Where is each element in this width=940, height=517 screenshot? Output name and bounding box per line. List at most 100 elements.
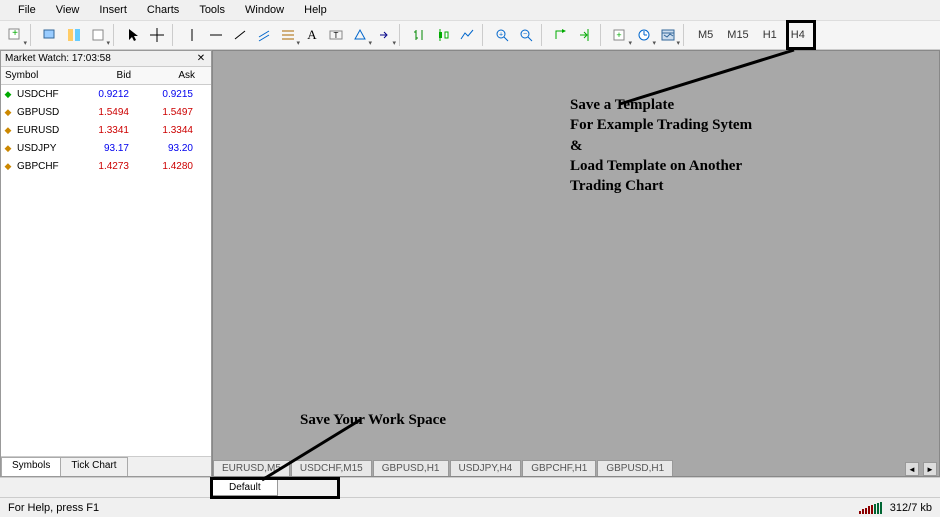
- market-watch-row[interactable]: ◆ GBPUSD 1.5494 1.5497: [1, 103, 211, 121]
- new-chart-icon[interactable]: +: [4, 24, 26, 46]
- symbol-label: GBPUSD: [15, 107, 71, 118]
- separator: [683, 24, 688, 46]
- svg-text:−: −: [523, 31, 527, 38]
- toolbar: + A T + − + M5 M15 H1 H4: [0, 20, 940, 50]
- shapes-icon[interactable]: [349, 24, 371, 46]
- chart-tab[interactable]: EURUSD,M5: [213, 460, 290, 476]
- market-watch-panel: Market Watch: 17:03:58 ✕ Symbol Bid Ask …: [0, 50, 212, 477]
- separator: [600, 24, 605, 46]
- market-watch-row[interactable]: ◆ GBPCHF 1.4273 1.4280: [1, 157, 211, 175]
- ask-value: 1.4280: [135, 161, 199, 172]
- navigator-icon[interactable]: [87, 24, 109, 46]
- vertical-line-icon[interactable]: [181, 24, 203, 46]
- scroll-left-icon[interactable]: ◄: [905, 462, 919, 476]
- timeframe-m5[interactable]: M5: [692, 29, 719, 41]
- menu-charts[interactable]: Charts: [137, 2, 189, 18]
- chart-tab[interactable]: USDCHF,M15: [291, 460, 372, 476]
- status-connection: 312/7 kb: [890, 502, 932, 514]
- ask-value: 0.9215: [135, 89, 199, 100]
- trendline-icon[interactable]: [229, 24, 251, 46]
- zoom-out-icon[interactable]: −: [515, 24, 537, 46]
- menu-file[interactable]: File: [8, 2, 46, 18]
- text-label-icon[interactable]: T: [325, 24, 347, 46]
- market-watch-row[interactable]: ◆ USDJPY 93.17 93.20: [1, 139, 211, 157]
- close-icon[interactable]: ✕: [195, 53, 207, 65]
- arrows-icon[interactable]: [373, 24, 395, 46]
- symbol-label: GBPCHF: [15, 161, 71, 172]
- bid-value: 93.17: [71, 143, 135, 154]
- autoscroll-icon[interactable]: [550, 24, 572, 46]
- menu-view[interactable]: View: [46, 2, 90, 18]
- timeframe-h1[interactable]: H1: [757, 29, 783, 41]
- direction-icon: ◆: [1, 125, 15, 136]
- svg-text:T: T: [334, 31, 339, 40]
- separator: [399, 24, 404, 46]
- barchart-icon[interactable]: [408, 24, 430, 46]
- cursor-icon[interactable]: [122, 24, 144, 46]
- zoom-in-icon[interactable]: +: [491, 24, 513, 46]
- svg-text:+: +: [499, 32, 503, 39]
- separator: [541, 24, 546, 46]
- profiles-icon[interactable]: [39, 24, 61, 46]
- menu-tools[interactable]: Tools: [189, 2, 235, 18]
- connection-bars-icon: [859, 502, 882, 514]
- market-watch-row[interactable]: ◆ EURUSD 1.3341 1.3344: [1, 121, 211, 139]
- templates-icon[interactable]: [657, 24, 679, 46]
- separator: [30, 24, 35, 46]
- direction-icon: ◆: [1, 143, 15, 154]
- market-watch-row[interactable]: ◆ USDCHF 0.9212 0.9215: [1, 85, 211, 103]
- svg-text:+: +: [12, 28, 18, 39]
- market-watch-title-bar: Market Watch: 17:03:58 ✕: [1, 51, 211, 67]
- timeframe-m15[interactable]: M15: [721, 29, 754, 41]
- col-ask[interactable]: Ask: [135, 67, 199, 84]
- fibonacci-icon[interactable]: [277, 24, 299, 46]
- menu-insert[interactable]: Insert: [89, 2, 137, 18]
- chart-tabs: EURUSD,M5USDCHF,M15GBPUSD,H1USDJPY,H4GBP…: [213, 456, 939, 476]
- profile-bar: Default: [0, 477, 940, 497]
- ask-value: 1.3344: [135, 125, 199, 136]
- tab-symbols[interactable]: Symbols: [1, 457, 61, 476]
- annotation-text-template: Save a Template For Example Trading Syte…: [570, 95, 752, 196]
- market-watch-rows: ◆ USDCHF 0.9212 0.9215◆ GBPUSD 1.5494 1.…: [1, 85, 211, 175]
- chart-tab[interactable]: GBPCHF,H1: [522, 460, 596, 476]
- ask-value: 1.5497: [135, 107, 199, 118]
- periodicity-icon[interactable]: [633, 24, 655, 46]
- text-icon[interactable]: A: [301, 24, 323, 46]
- menu-window[interactable]: Window: [235, 2, 294, 18]
- candlestick-icon[interactable]: [432, 24, 454, 46]
- symbol-label: EURUSD: [15, 125, 71, 136]
- scroll-right-icon[interactable]: ►: [923, 462, 937, 476]
- main-area: Market Watch: 17:03:58 ✕ Symbol Bid Ask …: [0, 50, 940, 477]
- separator: [172, 24, 177, 46]
- market-watch-tabs: Symbols Tick Chart: [1, 456, 211, 476]
- linechart-icon[interactable]: [456, 24, 478, 46]
- menu-help[interactable]: Help: [294, 2, 337, 18]
- status-help: For Help, press F1: [8, 502, 99, 514]
- crosshair-icon[interactable]: [146, 24, 168, 46]
- ask-value: 93.20: [135, 143, 199, 154]
- separator: [113, 24, 118, 46]
- bid-value: 0.9212: [71, 89, 135, 100]
- col-symbol[interactable]: Symbol: [1, 67, 71, 84]
- bid-value: 1.4273: [71, 161, 135, 172]
- chart-tab[interactable]: GBPUSD,H1: [373, 460, 449, 476]
- chart-tab[interactable]: GBPUSD,H1: [597, 460, 673, 476]
- col-bid[interactable]: Bid: [71, 67, 135, 84]
- chart-shift-icon[interactable]: [574, 24, 596, 46]
- symbol-label: USDCHF: [15, 89, 71, 100]
- horizontal-line-icon[interactable]: [205, 24, 227, 46]
- channel-icon[interactable]: [253, 24, 275, 46]
- profile-tab-default[interactable]: Default: [212, 479, 278, 496]
- symbol-label: USDJPY: [15, 143, 71, 154]
- market-watch-header: Symbol Bid Ask: [1, 67, 211, 85]
- tab-tick-chart[interactable]: Tick Chart: [60, 457, 127, 476]
- indicators-icon[interactable]: +: [609, 24, 631, 46]
- annotation-text-workspace: Save Your Work Space: [300, 410, 446, 430]
- chart-tab[interactable]: USDJPY,H4: [450, 460, 522, 476]
- direction-icon: ◆: [1, 161, 15, 172]
- direction-icon: ◆: [1, 107, 15, 118]
- market-watch-icon[interactable]: [63, 24, 85, 46]
- timeframe-h4[interactable]: H4: [785, 29, 811, 41]
- svg-text:+: +: [616, 30, 621, 40]
- bid-value: 1.3341: [71, 125, 135, 136]
